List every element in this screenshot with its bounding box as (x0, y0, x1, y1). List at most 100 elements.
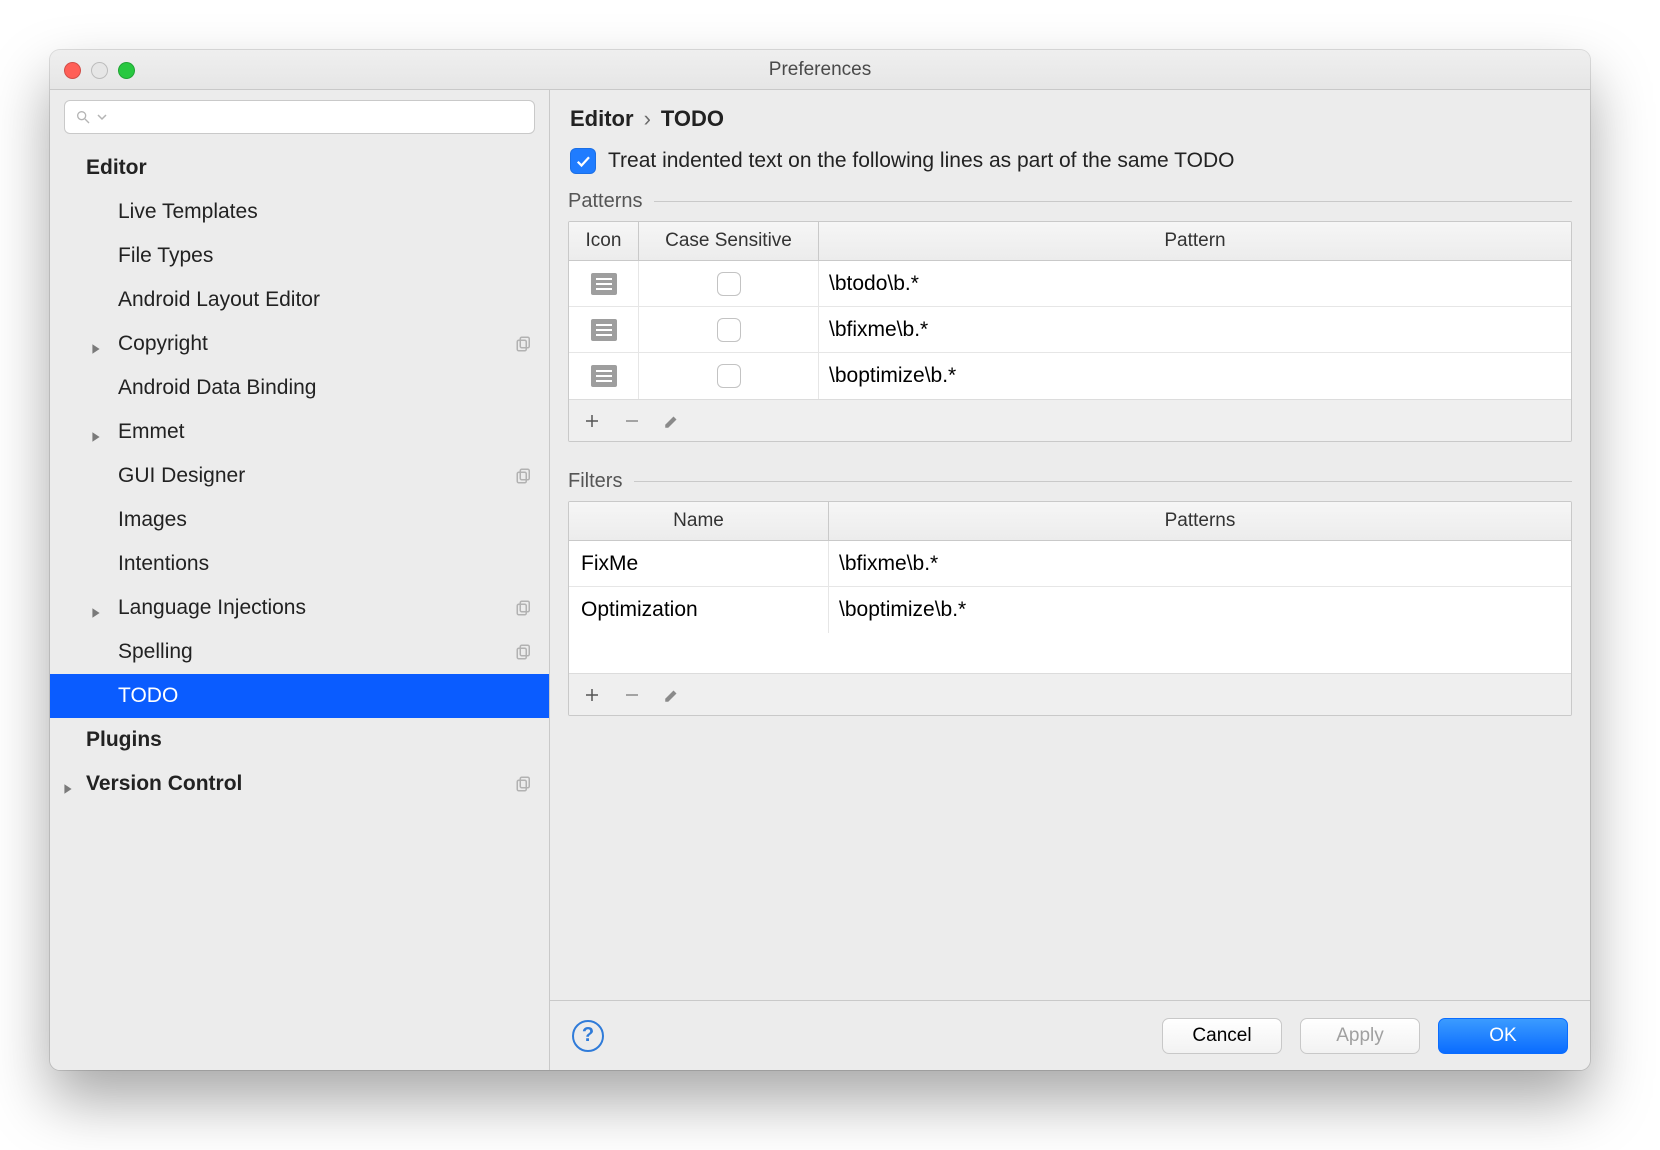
content-pane: Editor › TODO Treat indented text on the… (550, 90, 1590, 1070)
todo-icon (591, 273, 617, 295)
pattern-icon-cell (569, 261, 639, 306)
filter-patterns: \bfixme\b.* (839, 552, 938, 576)
sidebar-item[interactable]: Android Layout Editor (50, 278, 549, 322)
minimize-window-button[interactable] (91, 62, 108, 79)
pattern-icon-cell (569, 307, 639, 352)
sidebar-item-label: Editor (86, 156, 147, 180)
filters-edit-button[interactable] (663, 686, 681, 704)
sidebar-item[interactable]: Editor (50, 146, 549, 190)
case-sensitive-checkbox[interactable] (717, 272, 741, 296)
treat-indented-option[interactable]: Treat indented text on the following lin… (568, 144, 1572, 176)
sidebar-item-label: File Types (118, 244, 213, 268)
sidebar-item[interactable]: Plugins (50, 718, 549, 762)
patterns-row[interactable]: \bfixme\b.* (569, 307, 1571, 353)
chevron-down-icon (97, 112, 107, 122)
case-sensitive-checkbox[interactable] (717, 364, 741, 388)
search-field[interactable] (64, 100, 535, 134)
filter-patterns-cell[interactable]: \bfixme\b.* (829, 541, 1571, 586)
patterns-add-button[interactable] (583, 412, 601, 430)
sidebar-item[interactable]: Android Data Binding (50, 366, 549, 410)
pattern-case-cell[interactable] (639, 307, 819, 352)
copy-scope-icon (515, 775, 533, 793)
patterns-edit-button[interactable] (663, 412, 681, 430)
patterns-section-title: Patterns (568, 184, 1572, 213)
sidebar-item[interactable]: Spelling (50, 630, 549, 674)
pattern-case-cell[interactable] (639, 353, 819, 399)
filters-toolbar (569, 673, 1571, 715)
patterns-toolbar (569, 399, 1571, 441)
filters-table: Name Patterns FixMe \bfixme\b.* Optimizati… (568, 501, 1572, 716)
sidebar-item-label: Spelling (118, 640, 193, 664)
sidebar-item-label: Language Injections (118, 596, 306, 620)
ok-button[interactable]: OK (1438, 1018, 1568, 1054)
patterns-row[interactable]: \boptimize\b.* (569, 353, 1571, 399)
pattern-case-cell[interactable] (639, 261, 819, 306)
sidebar-item-label: Emmet (118, 420, 185, 444)
search-icon (75, 109, 91, 125)
filters-title-label: Filters (568, 470, 622, 493)
breadcrumb-leaf: TODO (661, 106, 724, 132)
sidebar-item[interactable]: Intentions (50, 542, 549, 586)
sidebar-item-label: GUI Designer (118, 464, 245, 488)
sidebar-item[interactable]: Live Templates (50, 190, 549, 234)
sidebar-item[interactable]: Images (50, 498, 549, 542)
sidebar-item[interactable]: TODO (50, 674, 549, 718)
window-controls (64, 62, 135, 79)
patterns-remove-button[interactable] (623, 412, 641, 430)
divider (634, 481, 1572, 482)
sidebar-item[interactable]: Language Injections (50, 586, 549, 630)
sidebar-item[interactable]: GUI Designer (50, 454, 549, 498)
sidebar-item-label: TODO (118, 684, 178, 708)
filter-name-cell[interactable]: Optimization (569, 587, 829, 633)
pattern-text: \btodo\b.* (829, 272, 919, 296)
treat-indented-label: Treat indented text on the following lin… (608, 149, 1234, 173)
pattern-icon-cell (569, 353, 639, 399)
treat-indented-checkbox[interactable] (570, 148, 596, 174)
sidebar-item[interactable]: Emmet (50, 410, 549, 454)
filters-add-button[interactable] (583, 686, 601, 704)
filters-row[interactable]: FixMe \bfixme\b.* (569, 541, 1571, 587)
copy-scope-icon (515, 335, 533, 353)
sidebar-item-label: Version Control (86, 772, 242, 796)
sidebar-item[interactable]: File Types (50, 234, 549, 278)
settings-tree: Editor Live Templates File Types Android La… (50, 142, 549, 1070)
search-input[interactable] (113, 107, 524, 128)
filters-remove-button[interactable] (623, 686, 641, 704)
apply-button[interactable]: Apply (1300, 1018, 1420, 1054)
sidebar-item-label: Copyright (118, 332, 208, 356)
patterns-title-label: Patterns (568, 190, 642, 213)
pattern-text-cell[interactable]: \btodo\b.* (819, 261, 1571, 306)
check-icon (574, 152, 592, 170)
copy-scope-icon (515, 599, 533, 617)
copy-scope-icon (515, 643, 533, 661)
titlebar: Preferences (50, 50, 1590, 90)
filters-row[interactable]: Optimization \boptimize\b.* (569, 587, 1571, 633)
cancel-button[interactable]: Cancel (1162, 1018, 1282, 1054)
dialog-footer: ? Cancel Apply OK (550, 1000, 1590, 1070)
filter-name-cell[interactable]: FixMe (569, 541, 829, 586)
close-window-button[interactable] (64, 62, 81, 79)
sidebar-item-label: Android Data Binding (118, 376, 316, 400)
sidebar: Editor Live Templates File Types Android La… (50, 90, 550, 1070)
patterns-col-case: Case Sensitive (639, 222, 819, 260)
filters-header: Name Patterns (569, 502, 1571, 541)
filter-name: Optimization (581, 598, 698, 622)
patterns-col-pattern: Pattern (819, 222, 1571, 260)
divider (654, 201, 1572, 202)
copy-scope-icon (515, 467, 533, 485)
patterns-header: Icon Case Sensitive Pattern (569, 222, 1571, 261)
sidebar-item[interactable]: Copyright (50, 322, 549, 366)
sidebar-item[interactable]: Version Control (50, 762, 549, 806)
pattern-text: \bfixme\b.* (829, 318, 928, 342)
window-title: Preferences (769, 59, 871, 81)
pattern-text-cell[interactable]: \boptimize\b.* (819, 353, 1571, 399)
filter-patterns-cell[interactable]: \boptimize\b.* (829, 587, 1571, 633)
pattern-text-cell[interactable]: \bfixme\b.* (819, 307, 1571, 352)
patterns-table: Icon Case Sensitive Pattern \btodo\b.* \b… (568, 221, 1572, 442)
patterns-row[interactable]: \btodo\b.* (569, 261, 1571, 307)
breadcrumb: Editor › TODO (568, 100, 1572, 136)
todo-icon (591, 365, 617, 387)
case-sensitive-checkbox[interactable] (717, 318, 741, 342)
help-button[interactable]: ? (572, 1020, 604, 1052)
zoom-window-button[interactable] (118, 62, 135, 79)
